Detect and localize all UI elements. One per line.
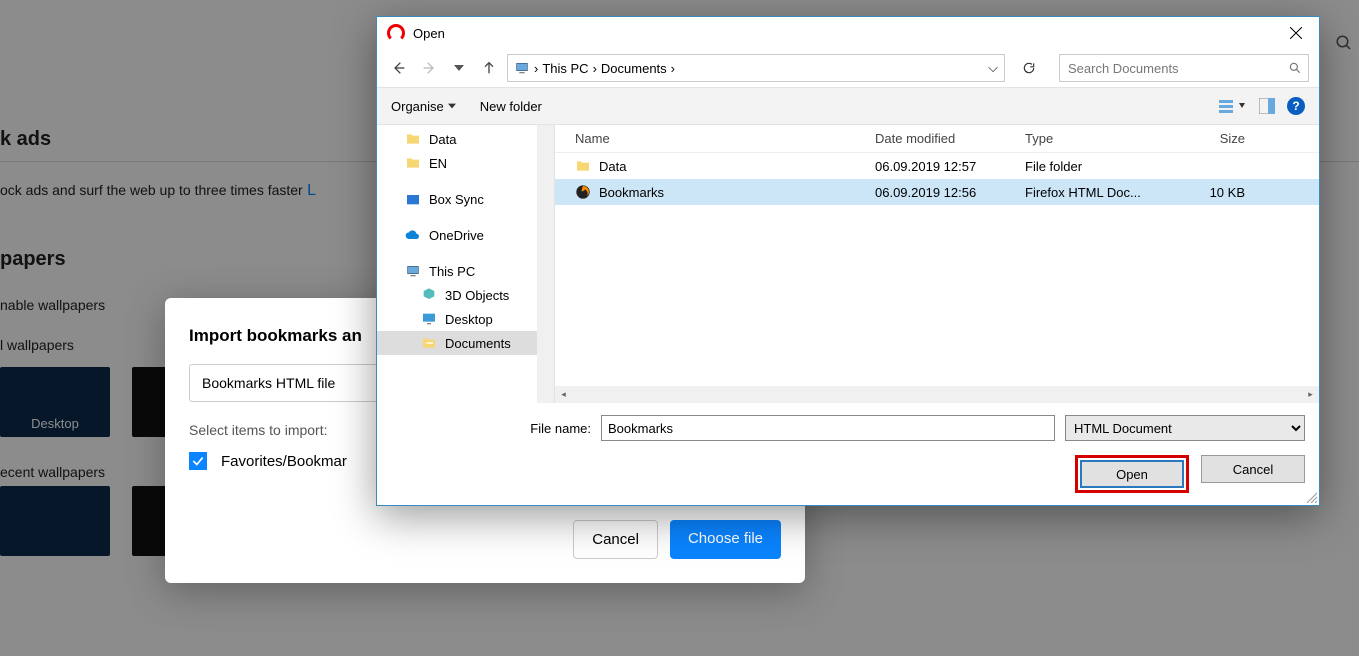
folder-icon <box>405 131 421 147</box>
scroll-left-arrow[interactable]: ◂ <box>555 386 572 403</box>
docs-icon <box>421 335 437 351</box>
breadcrumb-bar[interactable]: › This PC › Documents › ⌵ <box>507 54 1005 82</box>
filename-label: File name: <box>391 421 591 436</box>
view-mode-button[interactable] <box>1219 98 1247 114</box>
file-open-dialog: Open › This PC › Documents › ⌵ Search Do… <box>376 16 1320 506</box>
pc-icon <box>405 263 421 279</box>
scroll-up-arrow[interactable]: ▴ <box>537 125 554 142</box>
tree-item[interactable]: OneDrive <box>377 223 554 247</box>
nav-history-dropdown[interactable] <box>447 56 471 80</box>
chevron-right-icon: › <box>534 61 538 76</box>
tree-item[interactable]: This PC <box>377 259 554 283</box>
scroll-right-arrow[interactable]: ▸ <box>1302 386 1319 403</box>
scrollbar-thumb[interactable] <box>539 205 552 265</box>
dialog-titlebar: Open <box>377 17 1319 49</box>
help-button[interactable]: ? <box>1287 97 1305 115</box>
resize-grip[interactable] <box>1305 491 1317 503</box>
cancel-button[interactable]: Cancel <box>1201 455 1305 483</box>
tree-item[interactable]: 3D Objects <box>377 283 554 307</box>
column-size[interactable]: Size <box>1175 131 1255 146</box>
chevron-right-icon: › <box>671 61 675 76</box>
file-list: Name Date modified Type Size Data06.09.2… <box>555 125 1319 403</box>
preview-pane-button[interactable] <box>1259 98 1275 114</box>
chevron-down-icon[interactable]: ⌵ <box>988 60 998 76</box>
tree-item[interactable]: Data <box>377 127 554 151</box>
tree-item[interactable]: Box Sync <box>377 187 554 211</box>
breadcrumb-item[interactable]: Documents <box>601 61 667 76</box>
column-type[interactable]: Type <box>1025 131 1175 146</box>
folder-icon <box>575 158 591 174</box>
choose-file-button[interactable]: Choose file <box>670 520 781 559</box>
chevron-right-icon: › <box>593 61 597 76</box>
pc-icon <box>514 60 530 76</box>
refresh-button[interactable] <box>1015 54 1043 82</box>
filetype-select[interactable]: HTML Document <box>1065 415 1305 441</box>
box-icon <box>405 191 421 207</box>
cloud-icon <box>405 227 421 243</box>
3d-icon <box>421 287 437 303</box>
ff-icon <box>575 184 591 200</box>
file-row[interactable]: Data06.09.2019 12:57File folder <box>555 153 1319 179</box>
tree-item[interactable]: Desktop <box>377 307 554 331</box>
breadcrumb-item[interactable]: This PC <box>542 61 588 76</box>
column-name[interactable]: Name <box>555 131 875 146</box>
new-folder-button[interactable]: New folder <box>480 99 542 114</box>
checkbox-icon <box>189 452 207 470</box>
nav-back-button[interactable] <box>387 56 411 80</box>
tree-scrollbar[interactable]: ▴ ▾ <box>537 125 554 403</box>
organise-menu[interactable]: Organise <box>391 99 456 114</box>
list-scrollbar[interactable]: ◂ ▸ <box>555 386 1319 403</box>
nav-forward-button[interactable] <box>417 56 441 80</box>
desktop-icon <box>421 311 437 327</box>
close-button[interactable] <box>1273 17 1319 49</box>
column-date[interactable]: Date modified <box>875 131 1025 146</box>
file-row[interactable]: Bookmarks06.09.2019 12:56Firefox HTML Do… <box>555 179 1319 205</box>
dialog-toolbar: Organise New folder ? <box>377 87 1319 125</box>
dialog-title: Open <box>413 26 445 41</box>
search-icon <box>1288 61 1302 75</box>
open-button[interactable]: Open <box>1080 460 1184 488</box>
tree-item[interactable]: EN <box>377 151 554 175</box>
tree-item[interactable]: Documents <box>377 331 554 355</box>
filename-input[interactable] <box>601 415 1055 441</box>
folder-icon <box>405 155 421 171</box>
search-input[interactable]: Search Documents <box>1059 54 1309 82</box>
nav-up-button[interactable] <box>477 56 501 80</box>
scroll-down-arrow[interactable]: ▾ <box>537 386 554 403</box>
open-button-highlight: Open <box>1075 455 1189 493</box>
opera-logo-icon <box>387 24 405 42</box>
import-cancel-button[interactable]: Cancel <box>573 520 658 559</box>
folder-tree: DataENBox SyncOneDriveThis PC3D ObjectsD… <box>377 125 555 403</box>
